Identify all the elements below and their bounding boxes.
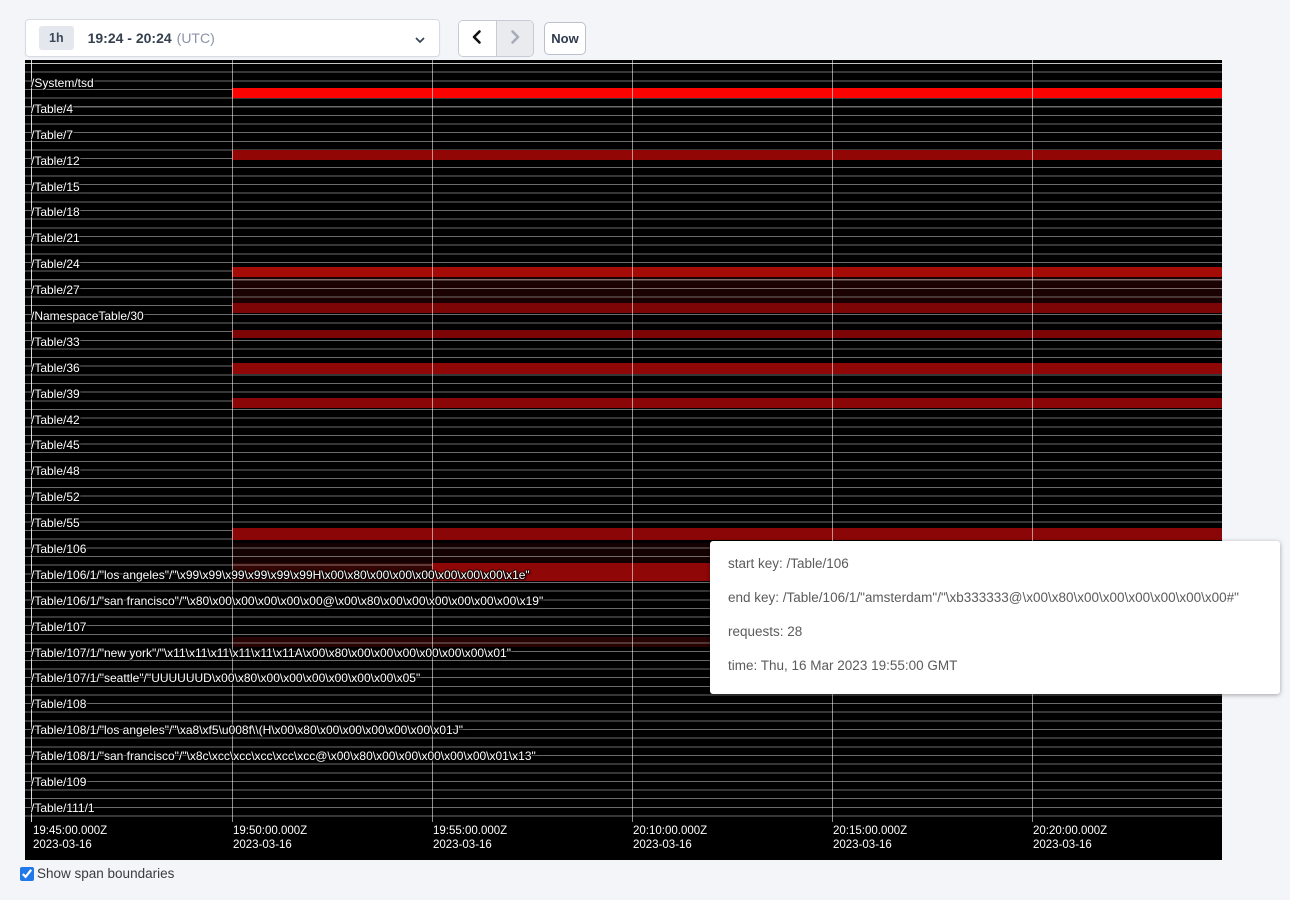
time-nav-group	[458, 20, 534, 57]
key-row-label: /Table/39	[31, 387, 80, 401]
heat-band	[232, 330, 1222, 338]
key-row-label: /Table/106	[31, 542, 86, 556]
key-row-label: /Table/109	[31, 775, 86, 789]
key-row-label: /Table/36	[31, 361, 80, 375]
heatmap-tooltip: start key: /Table/106 end key: /Table/10…	[710, 541, 1280, 694]
heat-band	[232, 398, 1222, 408]
next-time-button[interactable]	[496, 21, 533, 56]
key-row-label: /Table/108	[31, 697, 86, 711]
key-row-label: /Table/21	[31, 231, 80, 245]
key-row-label: /System/tsd	[31, 76, 94, 90]
heat-band	[232, 88, 1222, 98]
key-row-label: /Table/107/1/"seattle"/"UUUUUUD\x00\x80\…	[31, 671, 420, 685]
key-visualizer-heatmap[interactable]: /System/tsd/Table/4/Table/7/Table/12/Tab…	[25, 60, 1222, 860]
time-axis-tick-label: 19:50:00.000Z2023-03-16	[233, 825, 307, 852]
key-row-label: /Table/24	[31, 257, 80, 271]
range-label: 19:24 - 20:24	[88, 30, 172, 46]
tooltip-requests: requests: 28	[728, 622, 1262, 642]
time-axis-tick-label: 20:10:00.000Z2023-03-16	[633, 825, 707, 852]
heatmap-top-boundary	[25, 63, 1222, 64]
time-gridline	[432, 60, 433, 822]
key-row-label: /Table/42	[31, 413, 80, 427]
time-gridline	[832, 60, 833, 822]
heat-band	[232, 303, 1222, 313]
chevron-down-icon	[414, 33, 426, 51]
prev-time-button[interactable]	[459, 21, 496, 56]
key-row-label: /Table/12	[31, 154, 80, 168]
show-span-boundaries-label: Show span boundaries	[37, 866, 174, 881]
range-duration-badge: 1h	[39, 26, 74, 50]
key-row-label: /Table/107/1/"new york"/"\x11\x11\x11\x1…	[31, 646, 511, 660]
now-button[interactable]: Now	[544, 22, 586, 55]
time-gridline	[1032, 60, 1033, 822]
heat-band	[232, 363, 1222, 374]
time-gridline	[232, 60, 233, 822]
tooltip-time: time: Thu, 16 Mar 2023 19:55:00 GMT	[728, 656, 1262, 676]
key-row-label: /Table/45	[31, 438, 80, 452]
time-gridline	[632, 60, 633, 822]
chevron-right-icon	[508, 29, 522, 48]
key-row-label: /Table/107	[31, 620, 86, 634]
key-row-label: /Table/48	[31, 464, 80, 478]
key-row-label: /Table/18	[31, 205, 80, 219]
time-axis-tick-label: 19:45:00.000Z2023-03-16	[33, 825, 107, 852]
key-row-label: /Table/4	[31, 102, 73, 116]
heat-band	[232, 528, 1222, 540]
key-row-label: /Table/111/1	[31, 801, 95, 815]
time-range-select[interactable]: 1h 19:24 - 20:24 (UTC)	[25, 19, 440, 57]
key-row-label: /Table/108/1/"los angeles"/"\xa8\xf5\u00…	[31, 723, 463, 737]
time-axis-tick-label: 20:15:00.000Z2023-03-16	[833, 825, 907, 852]
key-row-label: /Table/27	[31, 283, 80, 297]
key-row-label: /Table/15	[31, 180, 80, 194]
key-row-label: /Table/106/1/"los angeles"/"\x99\x99\x99…	[31, 568, 530, 582]
key-row-label: /Table/7	[31, 128, 73, 142]
tooltip-end-key: end key: /Table/106/1/"amsterdam"/"\xb33…	[728, 588, 1262, 608]
key-row-label: /Table/55	[31, 516, 80, 530]
key-row-label: /Table/108/1/"san francisco"/"\x8c\xcc\x…	[31, 749, 536, 763]
range-timezone: (UTC)	[177, 30, 215, 46]
key-row-label: /Table/106/1/"san francisco"/"\x80\x00\x…	[31, 594, 543, 608]
span-boundary-gridlines	[25, 63, 1222, 822]
show-span-boundaries-control: Show span boundaries	[20, 866, 174, 881]
time-axis-tick-label: 19:55:00.000Z2023-03-16	[433, 825, 507, 852]
heat-band	[232, 267, 1222, 277]
key-row-label: /Table/33	[31, 335, 80, 349]
show-span-boundaries-checkbox[interactable]	[20, 867, 34, 881]
key-row-label: /NamespaceTable/30	[31, 309, 144, 323]
tooltip-start-key: start key: /Table/106	[728, 554, 1262, 574]
chevron-left-icon	[470, 29, 484, 48]
time-axis-tick-label: 20:20:00.000Z2023-03-16	[1033, 825, 1107, 852]
key-row-label: /Table/52	[31, 490, 80, 504]
heat-band	[232, 150, 1222, 160]
